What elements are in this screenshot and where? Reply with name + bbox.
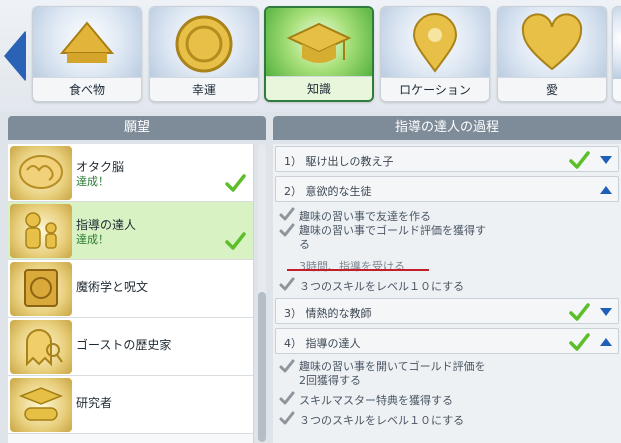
task-text: 趣味の習い事でゴールド評価を獲得する bbox=[299, 224, 486, 251]
task-text: ３つのスキルをレベル１０にする bbox=[299, 280, 465, 293]
category-food-label: 食べ物 bbox=[33, 77, 141, 101]
aspiration-status: 達成！ bbox=[76, 175, 109, 188]
task-text: 趣味の習い事を開いてゴールド評価を2回獲得する bbox=[299, 360, 486, 387]
aspiration-scrollbar[interactable] bbox=[258, 144, 266, 443]
task-item: 趣味の習い事で友達を作る bbox=[273, 206, 621, 223]
aspiration-name: 研究者 bbox=[76, 396, 113, 410]
task-done-check-icon bbox=[279, 223, 295, 237]
completed-check-icon bbox=[225, 232, 246, 250]
category-luck-tab[interactable]: 幸運 bbox=[149, 6, 259, 102]
milestone-complete-check-icon bbox=[569, 333, 590, 351]
aspiration-item-researcher[interactable]: 研究者 bbox=[8, 376, 253, 434]
lucky-coin-icon bbox=[175, 15, 233, 73]
task-done-check-icon bbox=[279, 391, 295, 405]
scroll-cap-icon bbox=[18, 387, 64, 421]
milestone-1[interactable]: 1） 駆け出しの教え子 bbox=[275, 146, 619, 172]
task-done-check-icon bbox=[279, 207, 295, 221]
task-item: スキルマスター特典を獲得する bbox=[273, 390, 621, 407]
expand-chevron-down-icon[interactable] bbox=[600, 308, 612, 316]
task-done-check-icon bbox=[279, 411, 295, 425]
task-text: スキルマスター特典を獲得する bbox=[299, 394, 453, 407]
brain-icon bbox=[19, 155, 63, 189]
aspiration-item-mentor[interactable]: 指導の達人 達成！ bbox=[8, 202, 253, 260]
milestone-title: 1） 駆け出しの教え子 bbox=[284, 155, 394, 168]
milestone-2[interactable]: 2） 意欲的な生徒 bbox=[275, 176, 619, 202]
food-trophy-icon bbox=[59, 21, 115, 63]
heart-icon bbox=[521, 13, 583, 71]
aspirations-header: 願望 bbox=[8, 116, 266, 140]
category-bar: 食べ物 幸運 知識 ロケーション 愛 bbox=[0, 0, 621, 112]
graduation-cap-icon bbox=[286, 22, 352, 63]
milestone-complete-check-icon bbox=[569, 303, 590, 321]
task-item-pending: 3時間、指導を受ける bbox=[273, 256, 621, 273]
progress-header: 指導の達人の過程 bbox=[273, 116, 621, 140]
highlight-underline bbox=[287, 269, 429, 271]
milestone-title: 4） 指導の達人 bbox=[284, 337, 361, 350]
aspiration-list: オタク脳 達成！ 指導の達人 達成！ 魔術学と呪文 ゴーストの歴史家 研究者 bbox=[8, 144, 254, 443]
category-location-tab[interactable]: ロケーション bbox=[380, 6, 490, 102]
progress-panel: 指導の達人の過程 1） 駆け出しの教え子 2） 意欲的な生徒 趣味の習い事で友達… bbox=[273, 116, 621, 443]
completed-check-icon bbox=[225, 174, 246, 192]
milestone-complete-check-icon bbox=[569, 151, 590, 169]
category-next-tab-partial[interactable] bbox=[612, 6, 621, 102]
expand-chevron-down-icon[interactable] bbox=[600, 156, 612, 164]
ghost-icon bbox=[26, 329, 63, 367]
task-item: ３つのスキルをレベル１０にする bbox=[273, 276, 621, 293]
milestone-4[interactable]: 4） 指導の達人 bbox=[275, 328, 619, 354]
aspiration-item-spellcraft[interactable]: 魔術学と呪文 bbox=[8, 260, 253, 318]
collapse-chevron-up-icon[interactable] bbox=[600, 186, 612, 194]
task-text: 3時間、指導を受ける bbox=[299, 260, 405, 273]
task-item: 趣味の習い事でゴールド評価を獲得する bbox=[273, 222, 621, 251]
category-location-label: ロケーション bbox=[381, 77, 489, 101]
aspiration-scrollbar-thumb[interactable] bbox=[258, 292, 266, 442]
task-item: ３つのスキルをレベル１０にする bbox=[273, 410, 621, 427]
spellbook-icon bbox=[24, 269, 58, 307]
aspiration-status: 達成！ bbox=[76, 233, 109, 246]
milestone-title: 3） 情熱的な教師 bbox=[284, 307, 372, 320]
aspirations-panel: 願望 オタク脳 達成！ 指導の達人 達成！ 魔術学と呪文 ゴーストの歴史家 研究… bbox=[8, 116, 266, 443]
collapse-chevron-up-icon[interactable] bbox=[600, 338, 612, 346]
category-luck-label: 幸運 bbox=[150, 77, 258, 101]
category-knowledge-tab[interactable]: 知識 bbox=[264, 6, 374, 102]
aspiration-item-nerd-brain[interactable]: オタク脳 達成！ bbox=[8, 144, 253, 202]
milestone-title: 2） 意欲的な生徒 bbox=[284, 185, 372, 198]
aspiration-name: 魔術学と呪文 bbox=[76, 280, 149, 294]
milestone-list: 1） 駆け出しの教え子 2） 意欲的な生徒 趣味の習い事で友達を作る 趣味の習い… bbox=[273, 144, 621, 443]
task-item: 趣味の習い事を開いてゴールド評価を2回獲得する bbox=[273, 358, 621, 387]
milestone-3[interactable]: 3） 情熱的な教師 bbox=[275, 298, 619, 324]
scroll-left-arrow-icon[interactable] bbox=[4, 30, 26, 82]
task-text: ３つのスキルをレベル１０にする bbox=[299, 414, 465, 427]
mentor-icon bbox=[25, 212, 57, 249]
task-done-check-icon bbox=[279, 359, 295, 373]
category-food-tab[interactable]: 食べ物 bbox=[32, 6, 142, 102]
location-pin-icon bbox=[412, 13, 458, 73]
category-knowledge-label: 知識 bbox=[266, 76, 372, 100]
category-love-label: 愛 bbox=[498, 77, 606, 101]
task-done-check-icon bbox=[279, 277, 295, 291]
category-love-tab[interactable]: 愛 bbox=[497, 6, 607, 102]
aspiration-item-ghost-historian[interactable]: ゴーストの歴史家 bbox=[8, 318, 253, 376]
aspiration-name: ゴーストの歴史家 bbox=[76, 338, 172, 352]
